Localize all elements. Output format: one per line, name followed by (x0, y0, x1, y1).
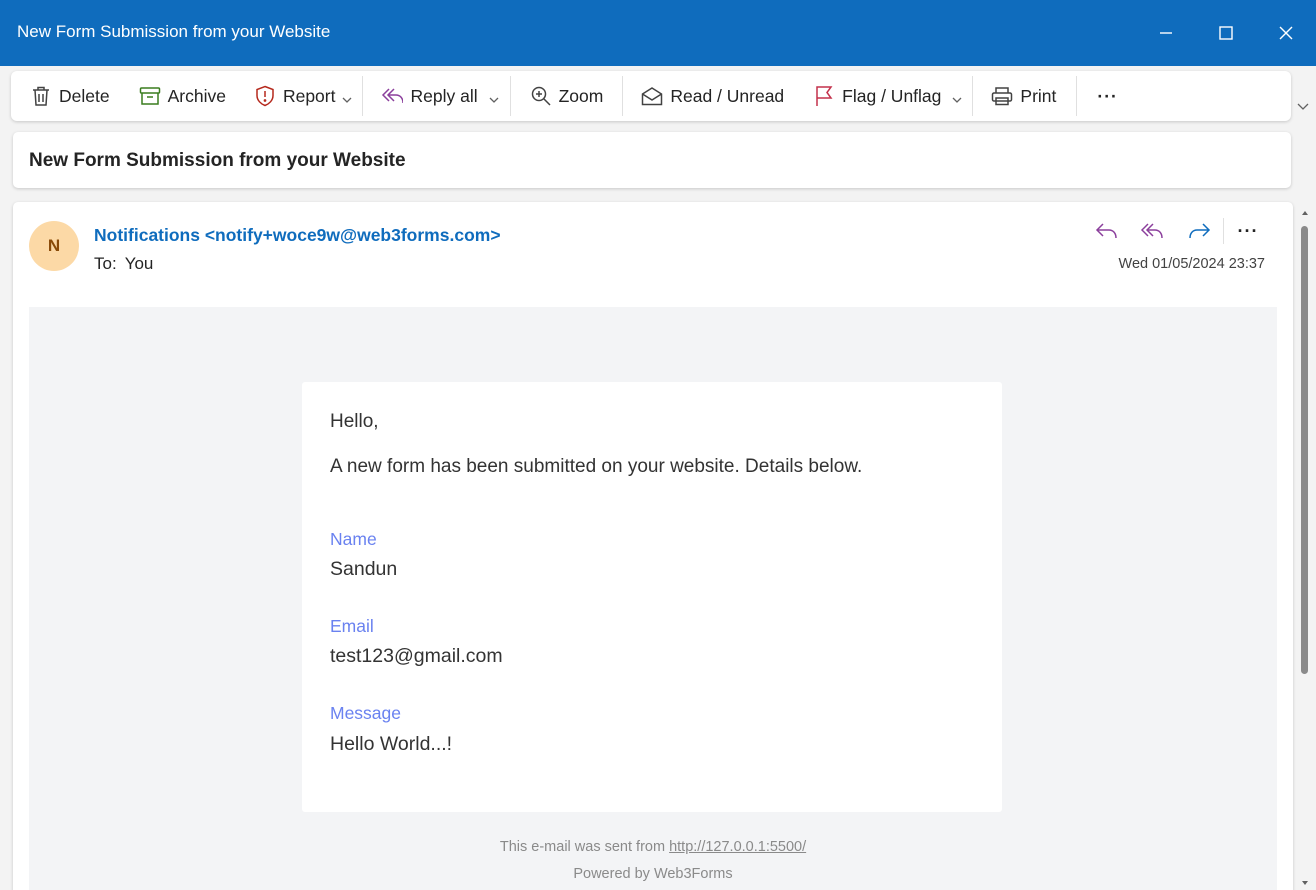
trash-icon (30, 85, 52, 107)
reply-all-button[interactable] (1133, 216, 1173, 246)
forward-icon (1189, 223, 1211, 239)
archive-label: Archive (167, 85, 226, 106)
window-title-bar: New Form Submission from your Website (0, 0, 1316, 66)
delete-label: Delete (59, 85, 110, 106)
sender-name[interactable]: Notifications <notify+woce9w@web3forms.c… (94, 225, 501, 246)
footer-prefix: This e-mail was sent from (499, 839, 670, 855)
print-button[interactable]: Print (991, 71, 1056, 121)
message-more-button[interactable]: ··· (1228, 216, 1268, 246)
chevron-down-icon[interactable] (488, 90, 500, 103)
zoom-button[interactable]: Zoom (530, 71, 604, 121)
reply-button[interactable] (1087, 216, 1127, 246)
archive-button[interactable]: Archive (139, 71, 226, 121)
minimize-button[interactable] (1151, 18, 1181, 48)
flag-button[interactable]: Flag / Unflag (813, 71, 963, 121)
field-value-name: Sandun (330, 558, 398, 580)
email-intro: A new form has been submitted on your we… (330, 456, 863, 477)
reply-all-label: Reply all (410, 85, 478, 106)
toolbar-divider (622, 76, 624, 116)
footer-link[interactable]: http://127.0.0.1:5500/ (669, 839, 806, 855)
close-button[interactable] (1271, 18, 1301, 48)
toolbar-divider (1076, 76, 1078, 116)
field-label-email: Email (330, 616, 374, 636)
read-unread-label: Read / Unread (670, 85, 785, 106)
email-body-background: Hello, A new form has been submitted on … (29, 307, 1277, 890)
envelope-open-icon (641, 85, 663, 107)
field-label-message: Message (330, 703, 402, 723)
chevron-down-icon[interactable] (951, 90, 963, 103)
recipients-line: To: You (94, 254, 153, 274)
chevron-down-icon[interactable] (341, 90, 353, 103)
email-footer-sent-from: This e-mail was sent from http://127.0.0… (29, 839, 1277, 855)
email-footer-powered-by: Powered by Web3Forms (573, 866, 733, 882)
minimize-icon (1160, 32, 1172, 34)
more-icon: ··· (1097, 85, 1118, 106)
window-title: New Form Submission from your Website (17, 22, 331, 41)
more-icon: ··· (1237, 220, 1259, 241)
zoom-in-icon (530, 85, 552, 107)
close-icon (1279, 26, 1293, 40)
delete-button[interactable]: Delete (30, 71, 110, 121)
reply-all-icon (381, 85, 404, 107)
zoom-label: Zoom (558, 85, 604, 106)
archive-box-icon (139, 85, 161, 107)
reply-all-icon (1140, 223, 1163, 239)
reply-all-button[interactable]: Reply all (381, 71, 499, 121)
subject-header: New Form Submission from your Website (13, 132, 1291, 188)
read-unread-button[interactable]: Read / Unread (641, 71, 784, 121)
maximize-icon (1219, 26, 1233, 40)
avatar[interactable]: N (29, 221, 79, 271)
email-content-card: Hello, A new form has been submitted on … (302, 382, 1002, 812)
report-label: Report (282, 85, 336, 106)
scroll-up-arrow-icon[interactable] (1300, 205, 1310, 215)
to-label: To: (94, 254, 117, 273)
toolbar-divider (509, 76, 511, 116)
email-greeting: Hello, (330, 411, 379, 432)
actions-divider (1223, 218, 1224, 244)
flag-icon (813, 85, 835, 107)
forward-button[interactable] (1179, 216, 1219, 246)
message-toolbar: Delete Archive Report Reply all Zoom Rea… (11, 71, 1291, 121)
print-label: Print (1020, 85, 1057, 106)
reply-icon (1095, 223, 1117, 239)
flag-label: Flag / Unflag (842, 85, 942, 106)
toolbar-divider (972, 76, 974, 116)
collapse-ribbon-chevron-icon[interactable] (1296, 100, 1310, 114)
field-value-email: test123@gmail.com (330, 645, 503, 667)
message-reading-pane: N Notifications <notify+woce9w@web3forms… (13, 202, 1293, 890)
field-value-message: Hello World...! (330, 733, 453, 755)
printer-icon (991, 85, 1013, 107)
message-date: Wed 01/05/2024 23:37 (1118, 256, 1265, 272)
shield-alert-icon (254, 85, 276, 107)
message-actions: ··· (1087, 216, 1268, 246)
recipient-name[interactable]: You (125, 254, 154, 273)
more-actions-button[interactable]: ··· (1097, 71, 1117, 121)
report-button[interactable]: Report (254, 71, 354, 121)
maximize-button[interactable] (1211, 18, 1241, 48)
scrollbar-thumb[interactable] (1301, 226, 1308, 674)
message-subject: New Form Submission from your Website (29, 150, 406, 171)
scroll-down-arrow-icon[interactable] (1300, 875, 1310, 885)
toolbar-divider (362, 76, 364, 116)
field-label-name: Name (330, 529, 377, 549)
